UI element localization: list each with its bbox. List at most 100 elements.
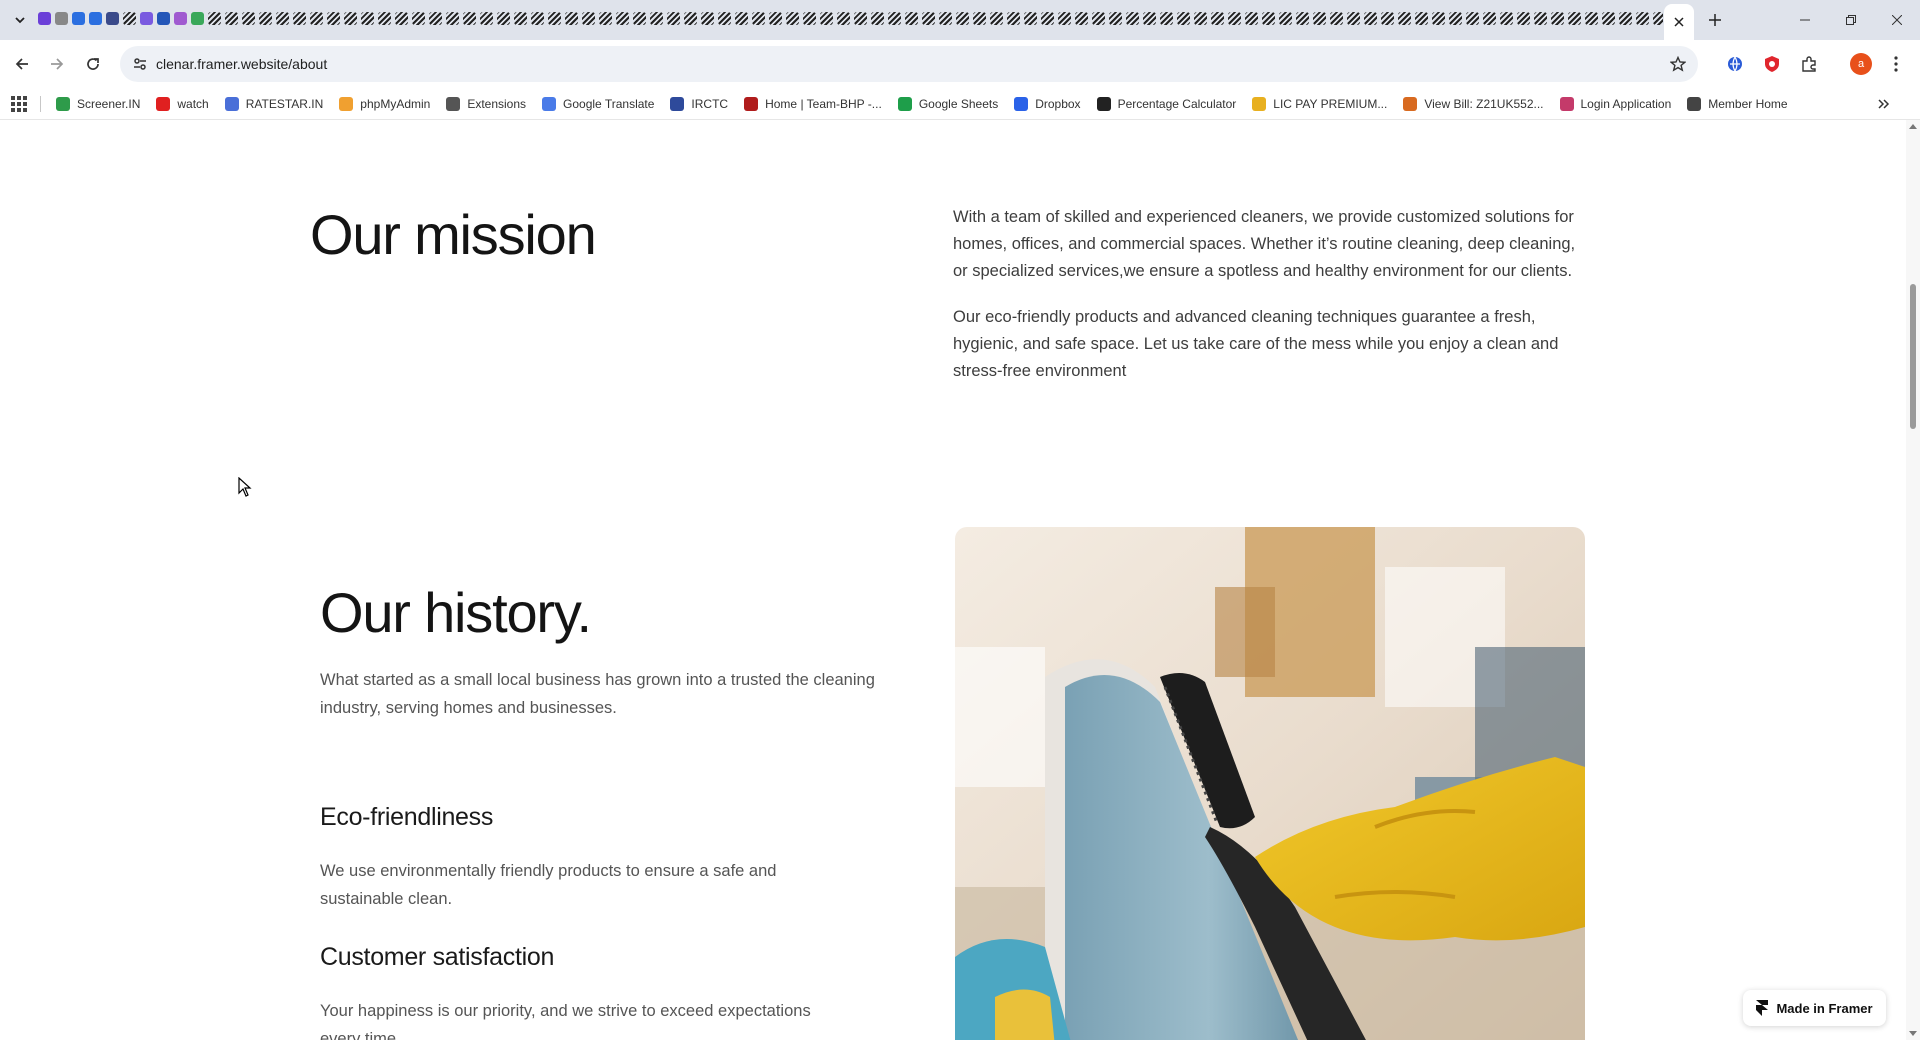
profile-avatar[interactable]: a [1850,53,1872,75]
bookmarks-bar: Screener.IN watch RATESTAR.IN phpMyAdmin Ext… [0,88,1920,120]
tab-favicon[interactable] [140,12,153,25]
scroll-up-arrow-icon[interactable] [1909,124,1917,129]
restore-button[interactable] [1836,8,1866,32]
bookmark-label: Percentage Calculator [1117,97,1237,111]
bookmark-item[interactable]: Percentage Calculator [1096,92,1237,116]
bookmark-item[interactable]: Home | Team-BHP -... [744,92,882,116]
bookmark-label: LIC PAY PREMIUM... [1273,97,1388,111]
new-tab-button[interactable] [1703,8,1727,32]
minimize-button[interactable] [1790,8,1820,32]
bookmark-label: watch [177,97,209,111]
tab-favicon[interactable] [89,12,102,25]
back-button[interactable] [10,52,34,76]
bookmark-item[interactable]: watch [156,92,209,116]
bookmark-favicon-icon [1403,97,1418,111]
apps-grid-icon[interactable] [10,95,28,113]
bookmark-favicon-icon [156,97,171,111]
history-description: What started as a small local business h… [320,671,875,717]
bookmark-item[interactable]: Google Translate [542,92,654,116]
tab-favicon[interactable] [123,12,136,25]
bookmark-label: phpMyAdmin [360,97,431,111]
bookmarks-divider [40,96,41,112]
tab-favicon[interactable] [55,12,68,25]
extensions-puzzle-icon[interactable] [1797,52,1821,76]
bookmark-item[interactable]: LIC PAY PREMIUM... [1252,92,1387,116]
satisfaction-heading: Customer satisfaction [320,943,555,971]
page-viewport: Our mission With a team of skilled and e… [0,120,1906,1040]
bookmark-favicon-icon [542,97,557,111]
framer-logo-icon [1756,1000,1769,1016]
bookmark-favicon-icon [744,97,759,111]
bookmark-favicon-icon [1014,97,1029,111]
bookmark-star-icon[interactable] [1668,54,1688,74]
bookmark-item[interactable]: Dropbox [1014,92,1081,116]
reload-icon [87,58,99,70]
bookmark-item[interactable]: Google Sheets [897,92,999,116]
bookmark-favicon-icon [1559,97,1574,111]
bookmark-favicon-icon [1252,97,1267,111]
restore-icon [1846,15,1856,25]
page-scrollbar[interactable] [1906,120,1920,1040]
bookmark-label: Screener.IN [77,97,141,111]
bookmark-label: Google Translate [563,97,655,111]
reload-button[interactable] [81,52,105,76]
bookmark-favicon-icon [897,97,912,111]
bookmark-label: IRCTC [691,97,729,111]
bookmark-favicon-icon [670,97,685,111]
bookmark-item[interactable]: View Bill: Z21UK552... [1403,92,1544,116]
bookmark-favicon-icon [339,97,354,111]
address-bar[interactable]: clenar.framer.website/about [120,46,1698,82]
scroll-down-arrow-icon[interactable] [1909,1031,1917,1036]
forward-arrow-icon [51,58,64,70]
url-text[interactable]: clenar.framer.website/about [156,56,327,72]
tab-favicon[interactable] [106,12,119,25]
tab-favicon[interactable] [157,12,170,25]
bookmark-label: Google Sheets [918,97,999,111]
made-in-framer-badge[interactable]: Made in Framer [1743,990,1886,1026]
bookmark-item[interactable]: Member Home [1687,92,1788,116]
plus-icon [1709,14,1721,26]
close-window-button[interactable] [1882,8,1912,32]
bookmark-label: Extensions [467,97,527,111]
bookmark-item[interactable]: phpMyAdmin [339,92,430,116]
bookmark-label: View Bill: Z21UK552... [1424,97,1544,111]
tab-favicon[interactable] [72,12,85,25]
bookmark-label: Login Application [1580,97,1672,111]
tab-strip [0,0,1920,40]
extension-shield-icon[interactable] [1760,52,1784,76]
mission-paragraph-2: Our eco-friendly products and advanced c… [953,308,1559,380]
eco-heading: Eco-friendliness [320,803,494,831]
scrollbar-thumb[interactable] [1910,284,1916,429]
mission-description: With a team of skilled and experienced c… [953,204,1593,385]
forward-button[interactable] [45,52,69,76]
menu-kebab-icon[interactable] [1884,52,1908,76]
extension-globe-icon[interactable] [1723,52,1747,76]
bookmark-item[interactable]: Login Application [1559,92,1672,116]
bookmark-item[interactable]: Extensions [446,92,526,116]
bookmark-label: Home | Team-BHP -... [765,97,882,111]
bookmark-item[interactable]: RATESTAR.IN [224,92,324,116]
history-heading: Our history. [320,581,592,644]
bookmark-label: Dropbox [1035,97,1081,111]
close-tab-icon[interactable] [1674,17,1684,27]
active-tab[interactable] [1664,4,1694,40]
bookmark-item[interactable]: IRCTC [670,92,728,116]
site-info-icon[interactable] [130,54,150,74]
bookmark-list: Screener.IN watch RATESTAR.IN phpMyAdmin Ext… [56,88,1788,120]
more-bookmarks-chevron-icon[interactable] [1872,94,1896,114]
bookmark-favicon-icon [224,97,239,111]
bookmark-favicon-icon [1096,97,1111,111]
satisfaction-description: Your happiness is our priority, and we s… [320,1002,811,1040]
pinned-tabs[interactable] [38,12,1663,28]
tab-search-icon[interactable] [8,8,32,32]
browser-toolbar: clenar.framer.website/about a [0,40,1920,88]
bookmark-item[interactable]: Screener.IN [56,92,140,116]
tab-favicon[interactable] [191,12,204,25]
back-arrow-icon [15,58,28,70]
tab-favicon[interactable] [174,12,187,25]
bookmark-favicon-icon [1687,97,1702,111]
cleaning-photo [955,527,1585,1040]
eco-description: We use environmentally friendly products… [320,862,777,908]
bookmark-label: RATESTAR.IN [245,97,324,111]
tab-favicon[interactable] [38,12,51,25]
